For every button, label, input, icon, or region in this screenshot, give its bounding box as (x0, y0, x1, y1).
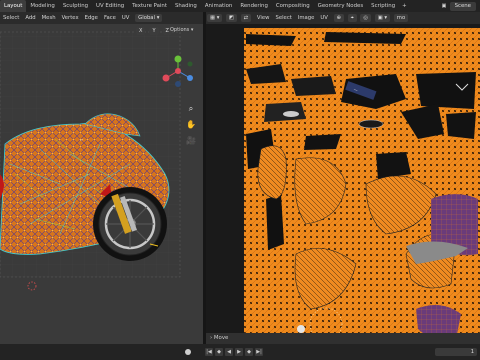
tab-texture-paint[interactable]: Texture Paint (128, 0, 171, 12)
menu-add[interactable]: Add (22, 12, 38, 24)
tab-rendering[interactable]: Rendering (236, 0, 272, 12)
tab-animation[interactable]: Animation (201, 0, 236, 12)
menu-vertex[interactable]: Vertex (59, 12, 82, 24)
tab-sculpting[interactable]: Sculpting (59, 0, 92, 12)
workspace-tabs-bar: Layout Modeling Sculpting UV Editing Texture… (0, 0, 480, 12)
image-browse-button[interactable]: ▣ ▾ (374, 13, 391, 22)
3d-viewport[interactable]: ~ X Y Z Options ▾ ⌕ ✋ 🎥 (0, 24, 203, 344)
viewport-navigation: ⌕ ✋ 🎥 (186, 104, 196, 146)
camera-icon[interactable]: 🎥 (186, 136, 196, 146)
snap-button[interactable]: ⌖ (347, 13, 357, 22)
add-workspace-button[interactable]: + (399, 0, 410, 12)
pivot-button[interactable]: ⊕ (333, 13, 345, 22)
uv-select-mode-button[interactable]: ◩ (226, 13, 238, 22)
scene-icon: ▣ (441, 3, 447, 9)
menu-uv[interactable]: UV (119, 12, 133, 24)
viewport-canvas: ~ (0, 24, 203, 344)
menu-image[interactable]: Image (295, 12, 318, 24)
expand-arrow-icon: › (210, 335, 213, 341)
uv-texture-canvas: — (206, 24, 480, 344)
timeline-bar: |◀ ◆ ◀ ▶ ◆ ▶| 1 (0, 344, 480, 360)
options-label: Options (170, 27, 190, 33)
playback-controls: |◀ ◆ ◀ ▶ ◆ ▶| (205, 348, 263, 356)
tab-scripting[interactable]: Scripting (367, 0, 399, 12)
tab-compositing[interactable]: Compositing (272, 0, 314, 12)
viewport-header: Select Add Mesh Vertex Edge Face UV Global ▾ (0, 12, 203, 24)
menu-face[interactable]: Face (101, 12, 119, 24)
tab-shading[interactable]: Shading (171, 0, 201, 12)
jump-end-icon[interactable]: ▶| (255, 348, 263, 356)
jump-start-icon[interactable]: |◀ (205, 348, 213, 356)
axis-y-toggle[interactable]: Y (149, 27, 159, 35)
zoom-icon[interactable]: ⌕ (186, 104, 196, 114)
menu-view[interactable]: View (254, 12, 273, 24)
play-reverse-icon[interactable]: ◀ (225, 348, 233, 356)
editor-type-button[interactable]: ▦ ▾ (207, 13, 223, 22)
play-icon[interactable]: ▶ (235, 348, 243, 356)
menu-uv-main[interactable]: UV (317, 12, 331, 24)
orientation-label: Global (138, 14, 156, 21)
next-keyframe-icon[interactable]: ◆ (245, 348, 253, 356)
tab-uv-editing[interactable]: UV Editing (92, 0, 128, 12)
menu-mesh[interactable]: Mesh (39, 12, 59, 24)
uv-editor-canvas[interactable]: — (206, 24, 480, 344)
uv-sync-button[interactable]: ⇄ (240, 13, 252, 22)
options-dropdown[interactable]: Options ▾ (170, 27, 193, 33)
record-button[interactable] (185, 349, 191, 355)
axis-x-toggle[interactable]: X (136, 27, 146, 35)
current-frame-field[interactable]: 1 (435, 348, 477, 356)
transform-orientation-dropdown[interactable]: Global ▾ (135, 13, 163, 22)
pan-hand-icon[interactable]: ✋ (186, 120, 196, 130)
tab-geometry-nodes[interactable]: Geometry Nodes (314, 0, 367, 12)
last-operator-panel[interactable]: › Move (206, 333, 480, 344)
menu-edge[interactable]: Edge (82, 12, 101, 24)
uv-editor-header: ▦ ▾ ◩ ⇄ View Select Image UV ⊕ ⌖ ◎ ▣ ▾ mo (206, 12, 480, 24)
prev-keyframe-icon[interactable]: ◆ (215, 348, 223, 356)
tab-layout[interactable]: Layout (0, 0, 27, 12)
tab-modeling[interactable]: Modeling (26, 0, 59, 12)
menu-uv-select[interactable]: Select (272, 12, 294, 24)
scene-selector: ▣ Scene (441, 0, 480, 12)
menu-select[interactable]: Select (0, 12, 22, 24)
proportional-button[interactable]: ◎ (360, 13, 372, 22)
move-operator-label: Move (213, 335, 229, 341)
axis-toggles: X Y Z (135, 27, 173, 35)
scene-name-field[interactable]: Scene (449, 1, 476, 11)
image-name-field[interactable]: mo (393, 13, 409, 22)
